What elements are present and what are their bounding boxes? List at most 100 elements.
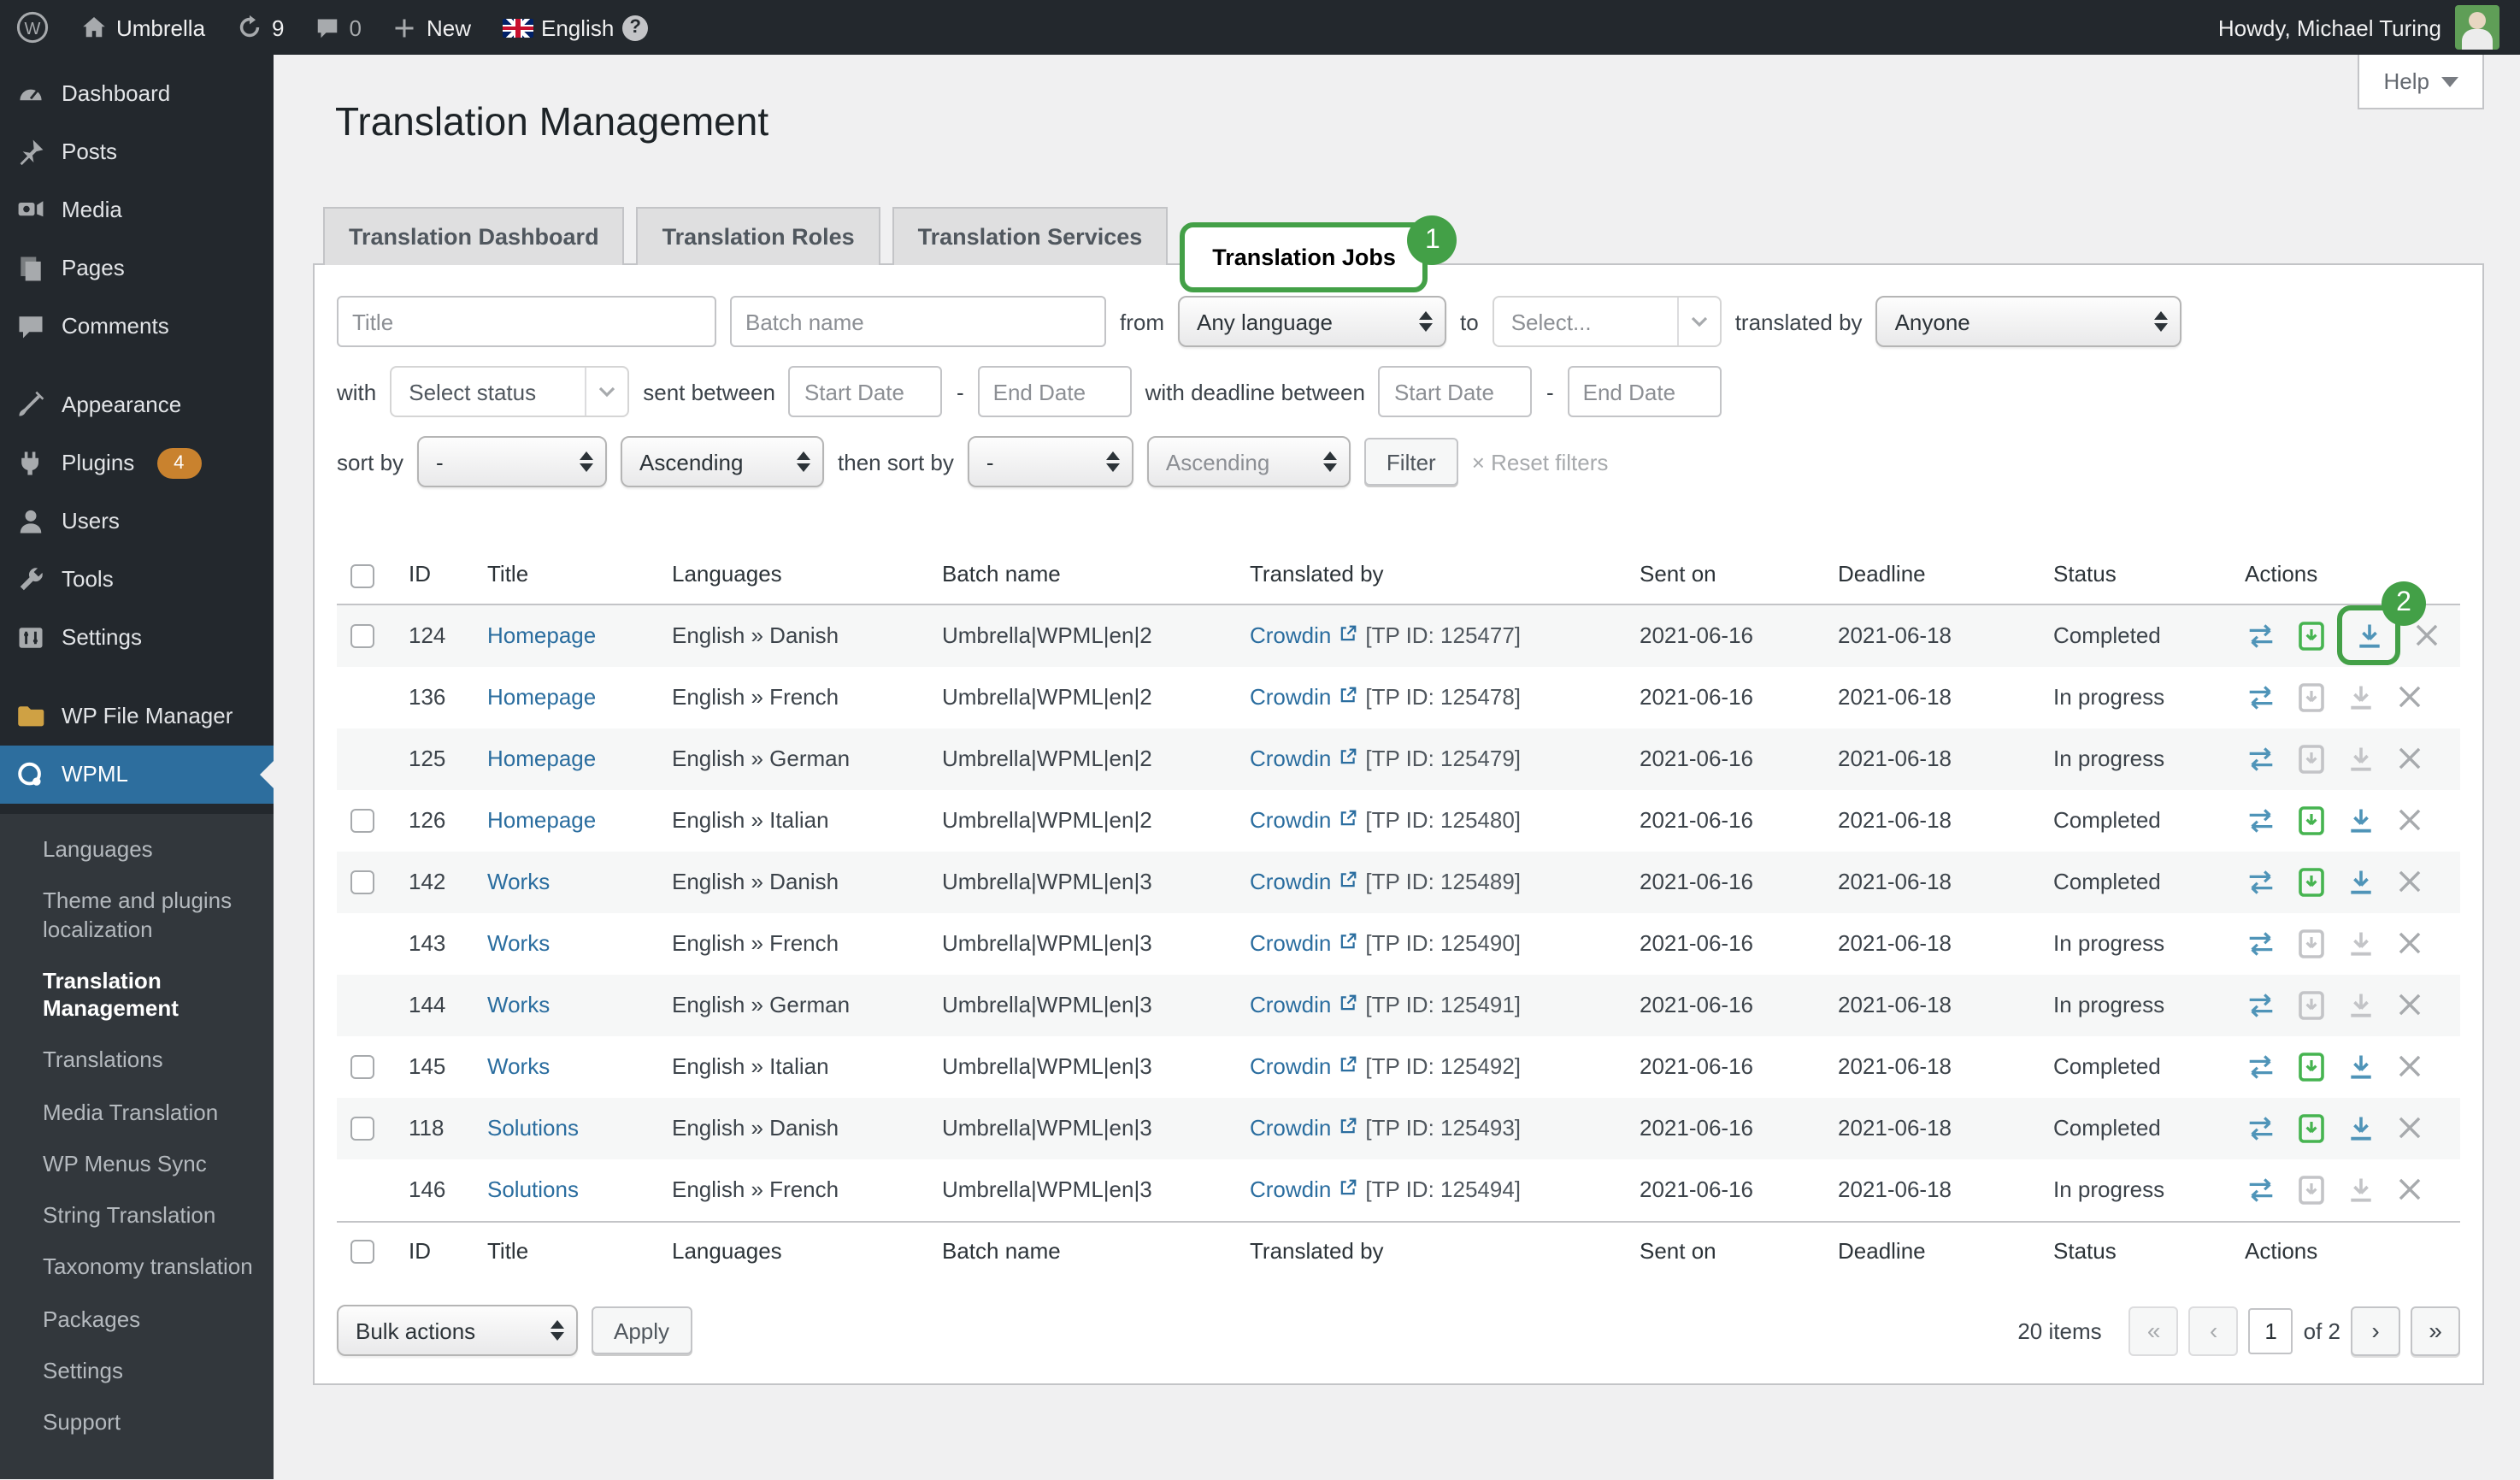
sidebar-item-media[interactable]: Media: [0, 181, 274, 239]
download-translation-icon[interactable]: [2344, 990, 2376, 1019]
title-filter-input[interactable]: [337, 296, 716, 347]
cancel-job-icon[interactable]: [2393, 1052, 2426, 1081]
sidebar-item-posts[interactable]: Posts: [0, 123, 274, 181]
sidebar-item-pages[interactable]: Pages: [0, 239, 274, 298]
job-title-link[interactable]: Homepage: [487, 746, 596, 771]
translator-link[interactable]: Crowdin: [1250, 684, 1357, 710]
sync-translation-icon[interactable]: [2245, 682, 2277, 711]
sync-translation-icon[interactable]: [2245, 929, 2277, 958]
sidebar-item-wp-file-manager[interactable]: WP File Manager: [0, 687, 274, 746]
sidebar-item-wpml[interactable]: WPML: [0, 746, 274, 804]
tab-translation-jobs[interactable]: Translation Jobs: [1180, 222, 1428, 292]
translator-link[interactable]: Crowdin: [1250, 807, 1357, 833]
sync-translation-icon[interactable]: [2245, 1113, 2277, 1142]
status-select[interactable]: Select status: [390, 366, 629, 417]
current-page-input[interactable]: [2249, 1307, 2293, 1353]
job-title-link[interactable]: Solutions: [487, 1176, 579, 1202]
sync-translation-icon[interactable]: [2245, 744, 2277, 773]
row-checkbox[interactable]: [350, 1117, 374, 1141]
sync-translation-icon[interactable]: [2245, 621, 2277, 650]
sent-end-date-input[interactable]: [978, 366, 1132, 417]
cancel-job-icon[interactable]: [2393, 1175, 2426, 1204]
submenu-item-translations[interactable]: Translations: [0, 1035, 274, 1088]
cancel-job-icon[interactable]: [2393, 867, 2426, 896]
sort1-select[interactable]: -: [417, 436, 607, 487]
comments-menu[interactable]: 0: [300, 0, 377, 55]
sync-translation-icon[interactable]: [2245, 1175, 2277, 1204]
sidebar-item-users[interactable]: Users: [0, 492, 274, 551]
submenu-item-packages[interactable]: Packages: [0, 1294, 274, 1346]
deadline-start-date-input[interactable]: [1379, 366, 1533, 417]
download-xliff-icon[interactable]: [2294, 805, 2327, 834]
submenu-item-languages[interactable]: Languages: [0, 824, 274, 876]
submenu-item-support[interactable]: Support: [0, 1397, 274, 1449]
translator-link[interactable]: Crowdin: [1250, 992, 1357, 1017]
from-language-select[interactable]: Any language: [1178, 296, 1446, 347]
first-page-button[interactable]: «: [2129, 1306, 2179, 1355]
submenu-item-taxonomy-translation[interactable]: Taxonomy translation: [0, 1242, 274, 1294]
download-xliff-icon[interactable]: [2294, 1052, 2327, 1081]
sidebar-item-tools[interactable]: Tools: [0, 551, 274, 609]
download-translation-icon[interactable]: [2352, 621, 2385, 650]
translator-link[interactable]: Crowdin: [1250, 1053, 1357, 1079]
deadline-end-date-input[interactable]: [1568, 366, 1722, 417]
row-checkbox[interactable]: [350, 625, 374, 649]
cancel-job-icon[interactable]: [2393, 805, 2426, 834]
download-xliff-icon[interactable]: [2294, 1175, 2327, 1204]
job-title-link[interactable]: Works: [487, 1053, 550, 1079]
select-all-checkbox[interactable]: [350, 563, 374, 587]
wp-logo-menu[interactable]: W: [0, 0, 65, 55]
translated-by-select[interactable]: Anyone: [1876, 296, 2182, 347]
prev-page-button[interactable]: ‹: [2189, 1306, 2239, 1355]
row-checkbox[interactable]: [350, 1056, 374, 1080]
submenu-item-theme-and-plugins-localization[interactable]: Theme and plugins localization: [0, 876, 274, 956]
sort2-select[interactable]: -: [968, 436, 1133, 487]
tab-translation-roles[interactable]: Translation Roles: [637, 207, 880, 265]
download-xliff-icon[interactable]: [2294, 1113, 2327, 1142]
language-switcher[interactable]: English ?: [486, 0, 663, 55]
job-title-link[interactable]: Homepage: [487, 807, 596, 833]
job-title-link[interactable]: Solutions: [487, 1115, 579, 1141]
cancel-job-icon[interactable]: [2393, 1113, 2426, 1142]
submenu-item-string-translation[interactable]: String Translation: [0, 1190, 274, 1242]
download-xliff-icon[interactable]: [2294, 867, 2327, 896]
download-translation-icon[interactable]: [2344, 682, 2376, 711]
download-translation-icon[interactable]: [2344, 744, 2376, 773]
row-checkbox[interactable]: [350, 810, 374, 834]
help-button[interactable]: Help: [2358, 55, 2485, 109]
sent-start-date-input[interactable]: [789, 366, 943, 417]
batch-name-filter-input[interactable]: [730, 296, 1106, 347]
sync-translation-icon[interactable]: [2245, 990, 2277, 1019]
submenu-item-settings[interactable]: Settings: [0, 1346, 274, 1398]
cancel-job-icon[interactable]: [2393, 929, 2426, 958]
job-title-link[interactable]: Homepage: [487, 684, 596, 710]
row-checkbox[interactable]: [350, 871, 374, 895]
select-all-checkbox-bottom[interactable]: [350, 1240, 374, 1264]
sync-translation-icon[interactable]: [2245, 1052, 2277, 1081]
job-title-link[interactable]: Homepage: [487, 622, 596, 648]
download-translation-icon[interactable]: [2344, 867, 2376, 896]
translator-link[interactable]: Crowdin: [1250, 746, 1357, 771]
account-menu[interactable]: Howdy, Michael Turing: [2198, 0, 2520, 55]
sidebar-item-plugins[interactable]: Plugins4: [0, 434, 274, 492]
download-translation-icon[interactable]: [2344, 1052, 2376, 1081]
sidebar-item-dashboard[interactable]: Dashboard: [0, 65, 274, 123]
download-xliff-icon[interactable]: [2294, 744, 2327, 773]
cancel-job-icon[interactable]: [2393, 682, 2426, 711]
download-translation-icon[interactable]: [2344, 1113, 2376, 1142]
download-translation-icon[interactable]: [2344, 929, 2376, 958]
tab-translation-dashboard[interactable]: Translation Dashboard: [323, 207, 625, 265]
next-page-button[interactable]: ›: [2351, 1306, 2400, 1355]
sidebar-item-settings[interactable]: Settings: [0, 609, 274, 667]
translator-link[interactable]: Crowdin: [1250, 930, 1357, 956]
sync-translation-icon[interactable]: [2245, 805, 2277, 834]
to-language-select[interactable]: Select...: [1493, 296, 1722, 347]
filter-button[interactable]: Filter: [1364, 438, 1458, 486]
updates-menu[interactable]: 9: [221, 0, 299, 55]
download-xliff-icon[interactable]: [2294, 682, 2327, 711]
cancel-job-icon[interactable]: [2393, 744, 2426, 773]
submenu-item-media-translation[interactable]: Media Translation: [0, 1087, 274, 1139]
cancel-job-icon[interactable]: [2411, 621, 2443, 650]
reset-filters-link[interactable]: × Reset filters: [1472, 449, 1609, 475]
job-title-link[interactable]: Works: [487, 930, 550, 956]
